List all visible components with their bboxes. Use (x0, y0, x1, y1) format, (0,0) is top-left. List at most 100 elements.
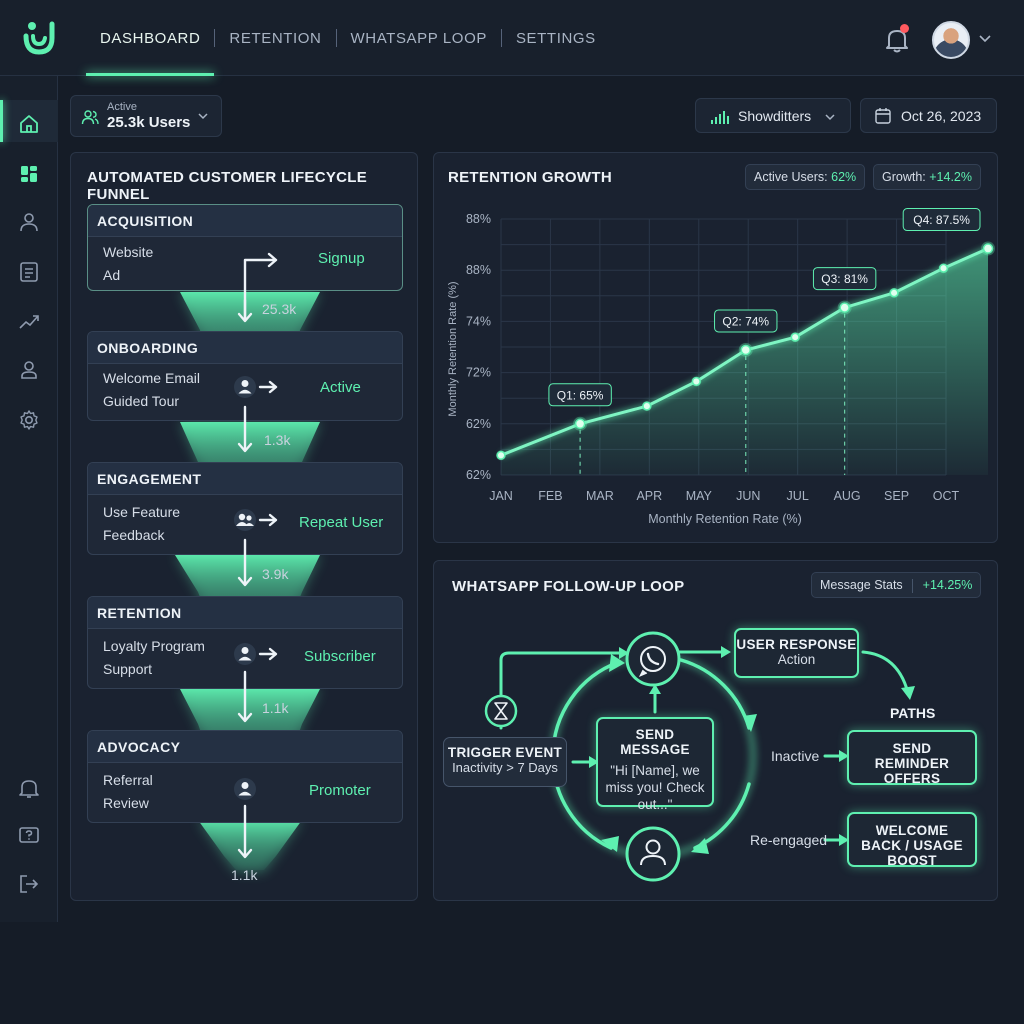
data-point (982, 243, 994, 254)
date-label: Oct 26, 2023 (901, 108, 982, 124)
tab-whatsapp-loop[interactable]: WHATSAPP LOOP (337, 0, 501, 76)
data-point (889, 288, 899, 298)
send-message-box[interactable]: SEND MESSAGE "Hi [Name], we miss you! Ch… (596, 717, 714, 812)
stage-items: Referral Review (103, 769, 153, 815)
stage-title: ACQUISITION (88, 205, 402, 237)
user-response-title: USER RESPONSE (736, 637, 857, 652)
funnel-stage-engagement[interactable]: ENGAGEMENT Use Feature Feedback Repeat U… (87, 462, 403, 555)
x-tick-label: FEB (538, 489, 562, 503)
data-point (496, 450, 506, 460)
funnel-segment (198, 820, 302, 872)
x-tick-label: OCT (933, 489, 960, 503)
stage-outcome: Subscriber (304, 648, 376, 665)
y-tick-label: 88% (466, 263, 491, 277)
funnel-stage-retention[interactable]: RETENTION Loyalty Program Support Subscr… (87, 596, 403, 689)
date-picker[interactable]: Oct 26, 2023 (860, 98, 997, 133)
document-icon[interactable] (17, 260, 41, 284)
funnel-stage-onboarding[interactable]: ONBOARDING Welcome Email Guided Tour Act… (87, 331, 403, 421)
notification-dot (900, 24, 909, 33)
y-tick-label: 74% (466, 314, 491, 328)
arrow-head (721, 646, 731, 658)
y-tick-label: 62% (466, 417, 491, 431)
stage-item: Feedback (103, 527, 165, 543)
funnel-count: 1.3k (264, 432, 291, 448)
data-point (740, 344, 751, 356)
trigger-subtitle: Inactivity > 7 Days (452, 760, 558, 775)
home-icon[interactable] (17, 112, 41, 136)
help-icon[interactable] (17, 824, 41, 848)
annotation-label: Q4: 87.5% (913, 213, 970, 227)
funnel-stage-advocacy[interactable]: ADVOCACY Referral Review Promoter (87, 730, 403, 823)
user-response-subtitle: Action (777, 652, 816, 667)
trigger-event-box[interactable]: TRIGGER EVENT Inactivity > 7 Days (443, 737, 567, 787)
send-reminder-box[interactable]: SEND REMINDER OFFERS (847, 730, 977, 786)
stage-items: Loyalty Program Support (103, 635, 205, 681)
funnel-count: 25.3k (262, 301, 297, 317)
x-tick-label: SEP (884, 489, 909, 503)
stage-outcome: Promoter (309, 782, 371, 799)
y-tick-label: 72% (466, 366, 491, 380)
gear-icon[interactable] (17, 408, 41, 432)
user-avatar[interactable] (932, 21, 970, 59)
stage-title: ADVOCACY (88, 731, 402, 763)
stage-item: Use Feature (103, 504, 181, 520)
x-axis-label: Monthly Retention Rate (%) (648, 512, 802, 526)
stage-title: ENGAGEMENT (88, 463, 402, 495)
sidebar (0, 76, 58, 922)
bell-icon[interactable] (17, 776, 41, 800)
data-point (839, 302, 850, 313)
stage-item: Ad (103, 267, 121, 283)
funnel-count: 1.1k (262, 700, 289, 716)
stage-items: Welcome Email Guided Tour (103, 367, 200, 413)
stage-item: Website (103, 244, 154, 260)
stage-items: Use Feature Feedback (103, 501, 180, 547)
tab-dashboard[interactable]: DASHBOARD (86, 0, 215, 76)
stage-items: Website Ad (103, 241, 153, 287)
users-icon (81, 110, 99, 125)
annotation-label: Q3: 81% (821, 272, 868, 286)
x-tick-label: JUN (736, 489, 760, 503)
trend-icon[interactable] (17, 310, 41, 334)
profile-icon[interactable] (17, 358, 41, 382)
paths-label: PATHS (890, 705, 936, 721)
data-point (642, 401, 652, 411)
funnel-stage-acquisition[interactable]: ACQUISITION Website Ad Signup (87, 204, 403, 291)
tab-retention[interactable]: RETENTION (215, 0, 335, 76)
y-axis-label: Monthly Retention Rate (%) (447, 281, 459, 416)
send-message-body: "Hi [Name], we miss you! Check out..." (605, 763, 705, 812)
data-point (790, 332, 800, 342)
funnel-count: 3.9k (262, 566, 289, 582)
stage-item: Referral (103, 772, 153, 788)
sidebar-active-indicator (0, 100, 3, 142)
y-tick-label: 62% (466, 468, 491, 482)
stage-outcome: Repeat User (299, 514, 384, 531)
stage-item: Guided Tour (103, 393, 180, 409)
data-point (691, 376, 701, 387)
tab-settings[interactable]: SETTINGS (502, 0, 610, 76)
app-logo-icon[interactable] (22, 20, 56, 56)
x-tick-label: MAR (586, 489, 614, 503)
data-point (574, 418, 586, 430)
y-axis-ticks: 62% 62% 72% 74% 88% 88% (466, 212, 491, 482)
active-users-caption: Active (107, 101, 137, 113)
grid-icon[interactable] (17, 162, 41, 186)
chevron-down-icon[interactable] (978, 32, 992, 46)
active-users-value: 25.3k Users (107, 114, 191, 131)
main-nav: DASHBOARD RETENTION WHATSAPP LOOP SETTIN… (86, 0, 610, 76)
send-message-title: SEND MESSAGE (620, 727, 690, 757)
chevron-down-icon (198, 113, 208, 120)
logout-icon[interactable] (17, 872, 41, 896)
retention-chart: 62% 62% 72% 74% 88% 88% JAN FEB MAR APR MAY JUN JUL… (447, 208, 996, 526)
reengaged-label: Re-engaged (750, 832, 828, 848)
user-icon[interactable] (17, 210, 41, 234)
user-response-box[interactable]: USER RESPONSE Action (734, 628, 859, 678)
active-users-selector[interactable]: Active 25.3k Users (70, 95, 222, 137)
stage-title: ONBOARDING (88, 332, 402, 364)
chevron-down-icon (825, 114, 835, 121)
welcome-back-box[interactable]: WELCOME BACK / USAGE BOOST (847, 812, 977, 868)
calendar-icon (875, 108, 891, 124)
arrow-head (901, 686, 915, 700)
filter-label: Showditters (738, 108, 812, 124)
top-bar: DASHBOARD RETENTION WHATSAPP LOOP SETTIN… (0, 0, 1024, 76)
show-filter-dropdown[interactable]: Showditters (695, 98, 851, 133)
